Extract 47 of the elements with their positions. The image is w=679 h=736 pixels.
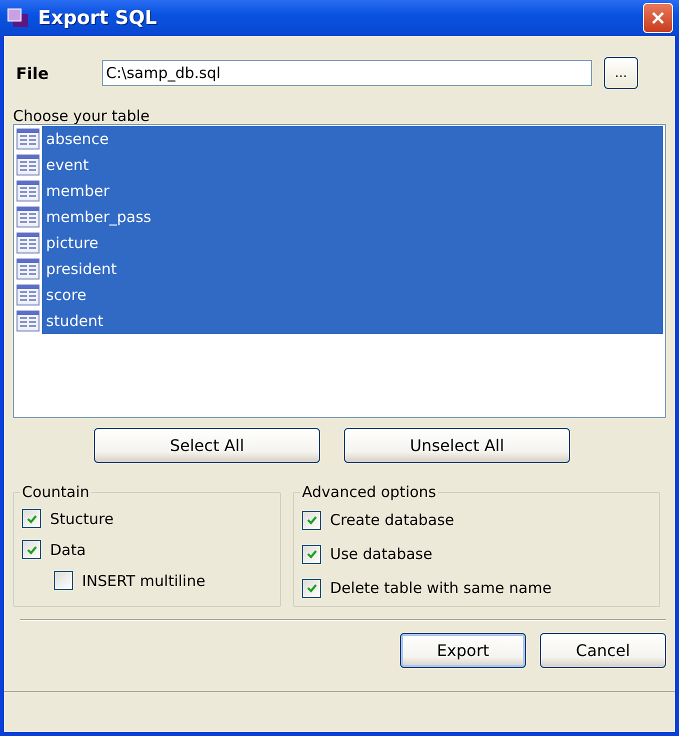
checkbox-option[interactable]: Create database xyxy=(302,503,649,537)
close-button[interactable] xyxy=(643,3,673,33)
table-item[interactable]: president xyxy=(42,256,663,282)
window-title: Export SQL xyxy=(38,7,158,29)
table-icon xyxy=(16,128,40,150)
check-icon xyxy=(26,544,38,556)
table-item[interactable]: picture xyxy=(42,230,663,256)
app-icon xyxy=(6,7,30,29)
table-icon xyxy=(16,310,40,332)
table-item[interactable]: absence xyxy=(42,126,663,152)
table-item[interactable]: event xyxy=(42,152,663,178)
table-icon xyxy=(16,180,40,202)
checkbox-option[interactable]: Data xyxy=(22,534,270,565)
checkbox[interactable] xyxy=(302,578,321,598)
table-icon xyxy=(16,284,40,306)
checkbox-option[interactable]: Delete table with same name xyxy=(302,571,649,605)
group-title: Countain xyxy=(21,483,90,501)
checkbox-option[interactable]: INSERT multiline xyxy=(22,565,270,596)
checkbox[interactable] xyxy=(54,571,73,590)
table-item[interactable]: member_pass xyxy=(42,204,663,230)
list-button[interactable]: Select All xyxy=(94,428,320,463)
table-icon xyxy=(16,232,40,254)
table-icon xyxy=(16,154,40,176)
table-item[interactable]: score xyxy=(42,282,663,308)
table-icon xyxy=(16,258,40,280)
close-icon xyxy=(650,10,666,26)
browse-button[interactable]: ... xyxy=(604,57,638,89)
table-list-label: Choose your table xyxy=(13,108,151,124)
checkbox[interactable] xyxy=(302,510,321,530)
check-icon xyxy=(26,512,38,524)
checkbox-option[interactable]: Stucture xyxy=(22,503,270,534)
table-item[interactable]: student xyxy=(42,308,663,334)
checkbox[interactable] xyxy=(22,509,41,528)
check-icon xyxy=(306,514,318,526)
dialog-button[interactable]: Cancel xyxy=(540,633,666,668)
file-label: File xyxy=(15,64,50,82)
table-icon xyxy=(16,206,40,228)
group-title: Advanced options xyxy=(301,483,438,501)
checkbox[interactable] xyxy=(22,540,41,559)
dialog-button[interactable]: Export xyxy=(400,633,526,668)
checkbox-option[interactable]: Use database xyxy=(302,537,649,571)
check-icon xyxy=(306,582,318,594)
list-button[interactable]: Unselect All xyxy=(344,428,570,463)
table-item[interactable]: member xyxy=(42,178,663,204)
check-icon xyxy=(306,548,318,560)
checkbox[interactable] xyxy=(302,544,321,564)
file-path-field[interactable]: C:\samp_db.sql xyxy=(102,60,592,86)
